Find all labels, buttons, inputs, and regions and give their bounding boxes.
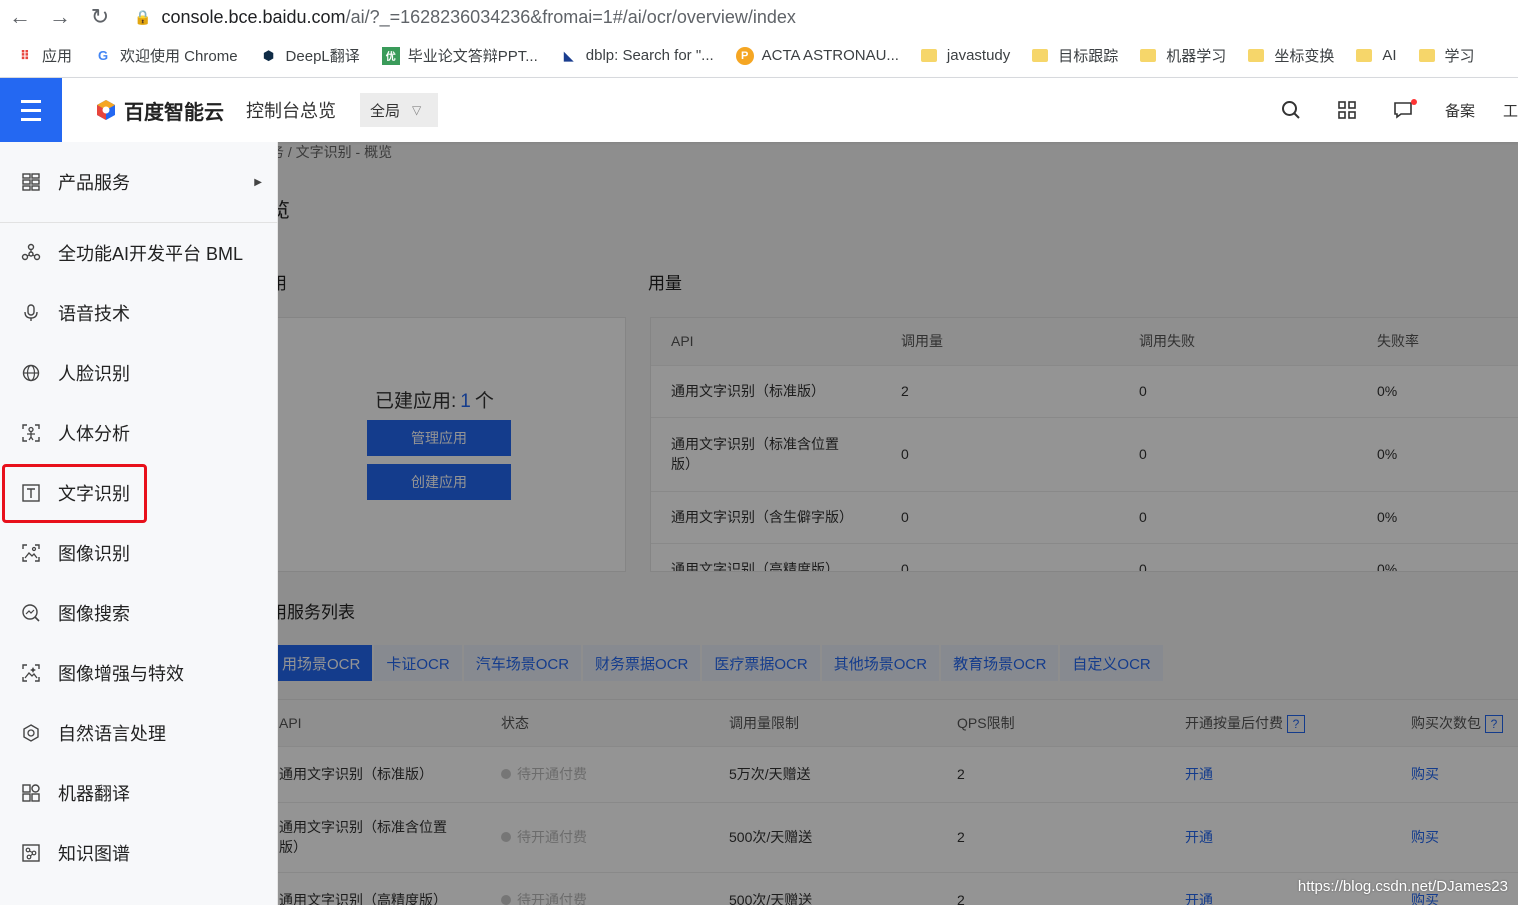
bookmark-chrome[interactable]: G 欢迎使用 Chrome xyxy=(94,45,238,66)
sidebar-item-face[interactable]: 人脸识别 xyxy=(0,343,278,403)
header-tools: 备案 工 xyxy=(1263,78,1518,142)
bookmark-acta[interactable]: P ACTA ASTRONAU... xyxy=(735,46,899,65)
network-nodes-icon xyxy=(20,242,42,264)
body-scan-icon xyxy=(20,422,42,444)
image-scan-icon xyxy=(20,542,42,564)
tools-link[interactable]: 工 xyxy=(1503,100,1518,121)
sidebar-item-knowledge-graph[interactable]: 知识图谱 xyxy=(0,823,278,883)
sidebar-item-products[interactable]: 产品服务 ▶ xyxy=(0,152,278,212)
filing-link[interactable]: 备案 xyxy=(1445,100,1475,121)
app-grid-icon[interactable] xyxy=(1319,101,1375,119)
sidebar-menu: 产品服务 ▶ 全功能AI开发平台 BML 语音技术 人脸识别 人体分析 文字识别 xyxy=(0,142,278,905)
google-icon: G xyxy=(97,48,109,63)
bookmark-folder-study[interactable]: 学习 xyxy=(1418,45,1475,66)
globe-icon xyxy=(20,362,42,384)
bookmark-folder-ml[interactable]: 机器学习 xyxy=(1140,45,1226,66)
bookmark-folder-javastudy[interactable]: javastudy xyxy=(920,47,1010,64)
sidebar-item-body[interactable]: 人体分析 xyxy=(0,403,278,463)
bookmark-folder-ai[interactable]: AI xyxy=(1356,47,1397,64)
console-header: 百度智能云 控制台总览 全局 ▽ 备案 工 xyxy=(0,78,1518,142)
acta-icon: P xyxy=(735,46,754,65)
message-icon[interactable] xyxy=(1375,99,1431,119)
url-host: console.bce.baidu.com xyxy=(161,6,346,27)
microphone-icon xyxy=(20,302,42,324)
region-select[interactable]: 全局 ▽ xyxy=(360,93,438,127)
image-search-icon xyxy=(20,602,42,624)
folder-icon xyxy=(1140,49,1157,62)
annotation-highlight-box xyxy=(2,464,147,523)
bookmark-dblp[interactable]: ◣ dblp: Search for "... xyxy=(560,47,714,65)
bookmark-folder-transform[interactable]: 坐标变换 xyxy=(1248,45,1334,66)
deepl-icon: ⬢ xyxy=(262,47,275,63)
dblp-icon: ◣ xyxy=(563,47,574,63)
lock-icon: 🔒 xyxy=(134,8,152,25)
nlp-icon xyxy=(20,722,42,744)
sidebar-item-speech[interactable]: 语音技术 xyxy=(0,283,278,343)
bookmark-apps[interactable]: ⠿ 应用 xyxy=(16,45,72,66)
folder-icon xyxy=(1248,49,1265,62)
reload-icon[interactable]: ↻ xyxy=(80,0,120,34)
folder-icon xyxy=(1356,49,1373,62)
url-field[interactable]: 🔒 console.bce.baidu.com /ai/?_=162823603… xyxy=(134,7,796,28)
caret-right-icon: ▶ xyxy=(254,176,262,188)
bookmark-ppt[interactable]: 优 毕业论文答辩PPT... xyxy=(381,45,538,66)
url-path: /ai/?_=1628236034236&fromai=1#/ai/ocr/ov… xyxy=(345,6,796,27)
notification-dot xyxy=(1410,99,1417,105)
sidebar-item-image-recognition[interactable]: 图像识别 xyxy=(0,523,278,583)
image-enhance-icon xyxy=(20,662,42,684)
ppt-icon: 优 xyxy=(381,46,400,65)
search-icon[interactable] xyxy=(1263,100,1319,120)
bookmark-folder-tracking[interactable]: 目标跟踪 xyxy=(1032,45,1118,66)
sidebar-item-bml[interactable]: 全功能AI开发平台 BML xyxy=(0,223,278,283)
folder-icon xyxy=(920,49,937,62)
bookmarks-bar: ⠿ 应用 G 欢迎使用 Chrome ⬢ DeepL翻译 优 毕业论文答辩PPT… xyxy=(0,34,1518,78)
baidu-cloud-logo[interactable]: 百度智能云 xyxy=(94,96,224,125)
sidebar-item-translate[interactable]: 机器翻译 xyxy=(0,763,278,823)
sidebar-item-image-enhance[interactable]: 图像增强与特效 xyxy=(0,643,278,703)
folder-icon xyxy=(1032,49,1049,62)
watermark: https://blog.csdn.net/DJames23 xyxy=(1297,878,1508,895)
cloud-logo-icon xyxy=(97,100,115,120)
product-grid-icon xyxy=(20,171,42,193)
console-overview-link[interactable]: 控制台总览 xyxy=(246,97,336,123)
hamburger-menu-icon[interactable] xyxy=(0,78,62,142)
forward-arrow-icon[interactable]: → xyxy=(40,0,80,34)
translate-icon xyxy=(20,782,42,804)
chevron-down-icon: ▽ xyxy=(412,103,422,117)
knowledge-graph-icon xyxy=(20,842,42,864)
back-arrow-icon[interactable]: ← xyxy=(0,0,40,34)
folder-icon xyxy=(1418,49,1435,62)
sidebar-item-image-search[interactable]: 图像搜索 xyxy=(0,583,278,643)
bookmark-deepl[interactable]: ⬢ DeepL翻译 xyxy=(260,45,360,66)
sidebar-item-nlp[interactable]: 自然语言处理 xyxy=(0,703,278,763)
browser-address-bar: ← → ↻ 🔒 console.bce.baidu.com /ai/?_=162… xyxy=(0,0,1518,34)
apps-grid-icon: ⠿ xyxy=(19,47,31,63)
